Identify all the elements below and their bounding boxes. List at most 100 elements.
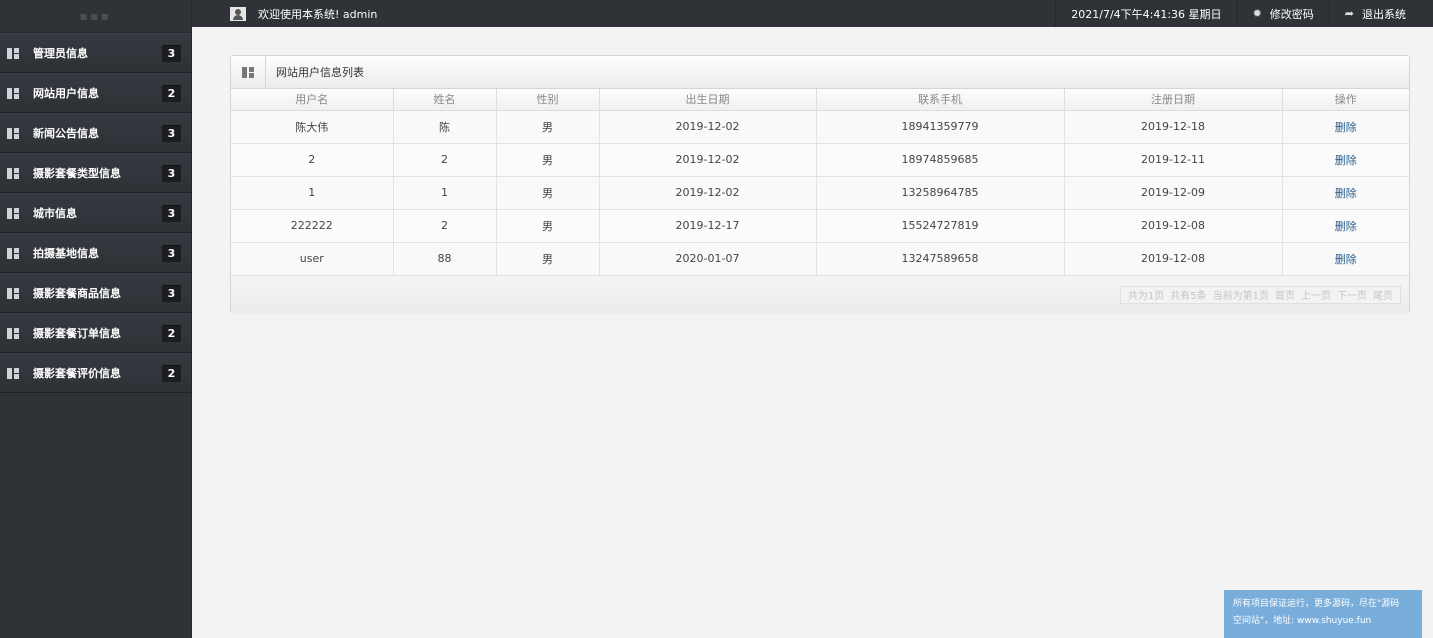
grid-icon — [7, 47, 19, 59]
pager-item[interactable]: 下一页 — [1337, 287, 1367, 302]
count-badge: 3 — [162, 284, 181, 302]
table-cell: 2019-12-08 — [1064, 242, 1283, 276]
pager-item[interactable]: 尾页 — [1373, 287, 1393, 302]
sidebar: ■■■ 管理员信息 3 网站用户信息 2 新闻公告信息 3 摄影套餐类型信息 3 城市信息 3 拍摄… — [0, 0, 192, 638]
table-cell: 删除 — [1282, 242, 1409, 276]
table-cell: 2019-12-02 — [599, 143, 817, 177]
notice-line-1: 所有项目保证运行，更多源码，尽在"源码 — [1233, 599, 1400, 609]
share-arrow-icon: ➦ — [1344, 7, 1354, 20]
table-cell: 陈 — [393, 110, 497, 144]
column-header: 用户名 — [231, 89, 394, 111]
change-password-label: 修改密码 — [1269, 7, 1314, 21]
sidebar-item[interactable]: 摄影套餐商品信息 3 — [0, 273, 191, 313]
user-icon — [230, 6, 246, 21]
column-header: 出生日期 — [599, 89, 817, 111]
pager-item: 当前为第1页 — [1212, 291, 1269, 302]
table-cell: 1 — [393, 176, 497, 210]
table-cell: 男 — [496, 176, 600, 210]
grid-icon — [7, 207, 19, 219]
sidebar-item[interactable]: 网站用户信息 2 — [0, 73, 191, 113]
table-cell: 男 — [496, 242, 600, 276]
delete-link[interactable]: 删除 — [1335, 121, 1357, 134]
sidebar-item-label: 拍摄基地信息 — [33, 247, 99, 260]
sidebar-item-label: 摄影套餐评价信息 — [33, 367, 121, 380]
main-content: 网站用户信息列表 用户名 姓名 性别 出生日期 联系手机 注册日期 操作 陈大伟陈男 2019… — [193, 27, 1433, 638]
sidebar-collapse-handle[interactable]: ■■■ — [0, 0, 191, 33]
column-header: 姓名 — [393, 89, 497, 111]
table-header-row: 用户名 姓名 性别 出生日期 联系手机 注册日期 操作 — [231, 89, 1409, 111]
pager-item: 共为1页 — [1127, 291, 1165, 302]
gear-icon: ✹ — [1252, 7, 1262, 20]
table-cell: 18974859685 — [816, 143, 1065, 177]
welcome-area: 欢迎使用本系统! admin — [192, 6, 1055, 22]
delete-link[interactable]: 删除 — [1335, 154, 1357, 167]
change-password-button[interactable]: ✹ 修改密码 — [1236, 0, 1329, 27]
sidebar-item[interactable]: 摄影套餐类型信息 3 — [0, 153, 191, 193]
table-cell: 删除 — [1282, 209, 1409, 243]
delete-link[interactable]: 删除 — [1335, 220, 1357, 233]
pager-item: 共有5条 — [1170, 291, 1207, 302]
sidebar-item[interactable]: 拍摄基地信息 3 — [0, 233, 191, 273]
sidebar-item-label: 摄影套餐商品信息 — [33, 287, 121, 300]
sidebar-item-label: 网站用户信息 — [33, 87, 99, 100]
dots-icon: ■■■ — [79, 11, 112, 21]
table-row: 陈大伟陈男 2019-12-02 18941359779 2019-12-18 删除 — [231, 110, 1409, 144]
column-header: 操作 — [1282, 89, 1409, 111]
table-cell: 1 — [231, 176, 394, 210]
count-badge: 2 — [162, 324, 181, 342]
sidebar-item-label: 管理员信息 — [33, 47, 88, 60]
table-cell: 男 — [496, 143, 600, 177]
table-cell: 15524727819 — [816, 209, 1065, 243]
table-cell: 2019-12-18 — [1064, 110, 1283, 144]
sidebar-item-label: 摄影套餐类型信息 — [33, 167, 121, 180]
sidebar-item[interactable]: 城市信息 3 — [0, 193, 191, 233]
sidebar-item-label: 新闻公告信息 — [33, 127, 99, 140]
count-badge: 3 — [162, 204, 181, 222]
table-row: 2 2 男 2019-12-02 18974859685 2019-12-11 删除 — [231, 143, 1409, 177]
user-table: 用户名 姓名 性别 出生日期 联系手机 注册日期 操作 陈大伟陈男 2019-12-02 189… — [231, 89, 1409, 276]
table-cell: 2019-12-08 — [1064, 209, 1283, 243]
column-header: 性别 — [496, 89, 600, 111]
count-badge: 3 — [162, 164, 181, 182]
table-cell: 88 — [393, 242, 497, 276]
pager-item[interactable]: 上一页 — [1301, 287, 1331, 302]
table-cell: 陈大伟 — [231, 110, 394, 144]
logout-button[interactable]: ➦ 退出系统 — [1328, 0, 1433, 27]
grid-icon — [7, 167, 19, 179]
table-cell: user — [231, 242, 394, 276]
count-badge: 3 — [162, 44, 181, 62]
panel-header-icon-box — [231, 55, 266, 89]
column-header: 联系手机 — [816, 89, 1065, 111]
table-cell: 2 — [393, 209, 497, 243]
table-cell: 删除 — [1282, 143, 1409, 177]
table-cell: 2019-12-02 — [599, 176, 817, 210]
grid-icon — [7, 127, 19, 139]
pager-item[interactable]: 首页 — [1275, 287, 1295, 302]
table-cell: 2019-12-11 — [1064, 143, 1283, 177]
count-badge: 2 — [162, 364, 181, 382]
sidebar-item[interactable]: 新闻公告信息 3 — [0, 113, 191, 153]
sidebar-item[interactable]: 摄影套餐订单信息 2 — [0, 313, 191, 353]
table-cell: 删除 — [1282, 176, 1409, 210]
sidebar-item[interactable]: 摄影套餐评价信息 2 — [0, 353, 191, 393]
delete-link[interactable]: 删除 — [1335, 253, 1357, 266]
table-cell: 2019-12-09 — [1064, 176, 1283, 210]
panel-title: 网站用户信息列表 — [276, 66, 364, 79]
table-cell: 男 — [496, 209, 600, 243]
table-cell: 删除 — [1282, 110, 1409, 144]
logout-label: 退出系统 — [1362, 7, 1406, 21]
source-notice: 所有项目保证运行，更多源码，尽在"源码 空间站"，地址: www.shuyue.… — [1224, 590, 1422, 638]
table-cell: 18941359779 — [816, 110, 1065, 144]
table-row: user 88 男 2020-01-07 13247589658 2019-12-08 删除 — [231, 242, 1409, 276]
notice-line-2: 空间站"，地址: www.shuyue.fun — [1233, 616, 1372, 626]
sidebar-item[interactable]: 管理员信息 3 — [0, 33, 191, 73]
table-cell: 2019-12-17 — [599, 209, 817, 243]
grid-icon — [242, 66, 254, 78]
delete-link[interactable]: 删除 — [1335, 187, 1357, 200]
grid-icon — [7, 287, 19, 299]
datetime-text: 2021/7/4下午4:41:36 星期日 — [1071, 7, 1222, 21]
count-badge: 2 — [162, 84, 181, 102]
count-badge: 3 — [162, 124, 181, 142]
grid-icon — [7, 87, 19, 99]
pager: 共为1页 共有5条 当前为第1页 首页 上一页 下一页 尾页 — [1119, 285, 1401, 304]
